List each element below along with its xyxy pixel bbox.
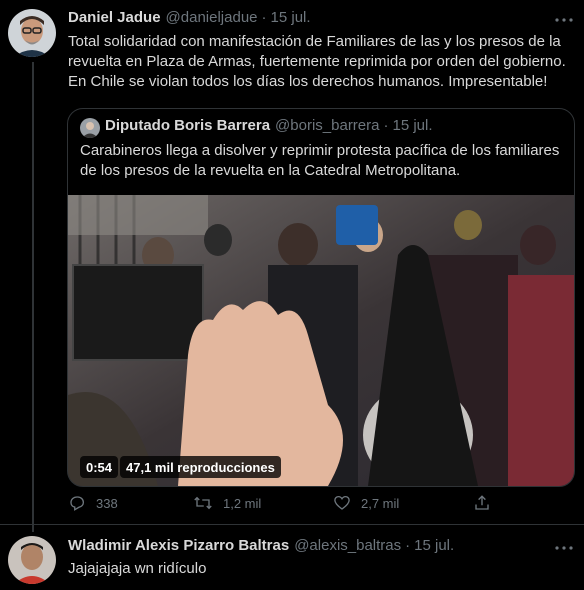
tweet-divider bbox=[0, 524, 584, 525]
share-icon bbox=[475, 495, 489, 510]
quoted-author-name[interactable]: Diputado Boris Barrera bbox=[105, 117, 270, 134]
reply-author-handle[interactable]: @alexis_baltras bbox=[294, 537, 401, 554]
reply-text: Jajajajaja wn ridículo bbox=[68, 560, 207, 577]
reply-author-name[interactable]: Wladimir Alexis Pizarro Baltras bbox=[68, 537, 289, 554]
thread-connector-line bbox=[32, 62, 34, 532]
tweet-actions: 338 1,2 mil 2,7 mil bbox=[68, 493, 573, 513]
quoted-tweet[interactable]: Diputado Boris Barrera @boris_barrera · … bbox=[67, 108, 575, 487]
retweet-button[interactable]: 1,2 mil bbox=[193, 494, 333, 512]
retweet-count: 1,2 mil bbox=[223, 495, 262, 511]
video-duration: 0:54 bbox=[80, 456, 119, 478]
tweet-header: Daniel Jadue @danieljadue · 15 jul. bbox=[68, 9, 311, 26]
avatar[interactable] bbox=[8, 9, 56, 57]
share-button[interactable] bbox=[473, 494, 501, 512]
reply-button[interactable]: 338 bbox=[68, 494, 193, 512]
heart-icon bbox=[334, 495, 350, 510]
avatar[interactable] bbox=[8, 536, 56, 584]
quoted-text: Carabineros llega a disolver y reprimir … bbox=[80, 142, 560, 179]
author-name[interactable]: Daniel Jadue bbox=[68, 9, 161, 26]
separator-dot: · bbox=[383, 117, 389, 134]
separator-dot: · bbox=[405, 537, 411, 554]
quoted-avatar[interactable] bbox=[80, 118, 100, 138]
reply-date[interactable]: 15 jul. bbox=[414, 537, 454, 554]
quoted-header: Diputado Boris Barrera @boris_barrera · … bbox=[105, 117, 433, 134]
video-thumbnail bbox=[68, 195, 574, 486]
more-options-icon[interactable] bbox=[552, 10, 576, 30]
reply-icon bbox=[70, 496, 85, 511]
quoted-author-handle[interactable]: @boris_barrera bbox=[275, 117, 379, 134]
like-button[interactable]: 2,7 mil bbox=[333, 494, 473, 512]
video-player[interactable]: 0:54 47,1 mil reproducciones bbox=[68, 195, 574, 486]
reply-header: Wladimir Alexis Pizarro Baltras @alexis_… bbox=[68, 537, 454, 554]
like-count: 2,7 mil bbox=[361, 495, 400, 511]
quoted-date[interactable]: 15 jul. bbox=[392, 117, 432, 134]
retweet-icon bbox=[194, 496, 212, 510]
separator-dot: · bbox=[261, 9, 267, 26]
reply-count: 338 bbox=[96, 495, 118, 511]
more-options-icon[interactable] bbox=[552, 538, 576, 558]
tweet-date[interactable]: 15 jul. bbox=[271, 9, 311, 26]
video-views: 47,1 mil reproducciones bbox=[120, 456, 281, 478]
tweet-text: Total solidaridad con manifestación de F… bbox=[68, 33, 566, 90]
author-handle[interactable]: @danieljadue bbox=[166, 9, 258, 26]
